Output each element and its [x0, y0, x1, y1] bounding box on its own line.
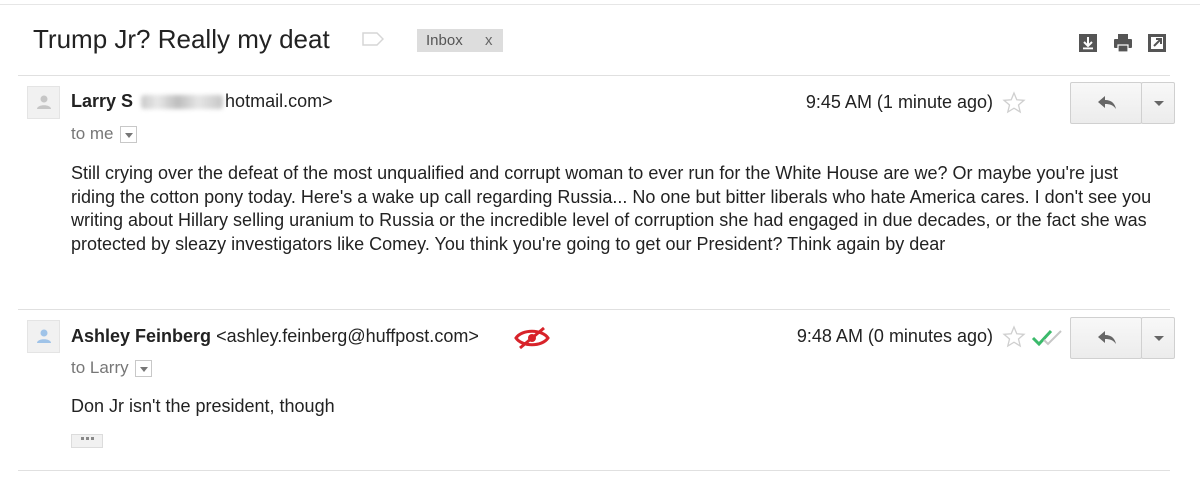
- message-2[interactable]: Ashley Feinberg <ashley.feinberg@huffpos…: [0, 310, 1200, 470]
- remove-label-button[interactable]: x: [485, 32, 493, 49]
- message-time: 9:48 AM (0 minutes ago): [796, 326, 993, 346]
- inbox-label-chip[interactable]: Inbox x: [417, 29, 503, 52]
- more-options-button[interactable]: [1141, 82, 1175, 124]
- reply-button[interactable]: [1070, 82, 1142, 124]
- avatar: [27, 320, 60, 353]
- more-options-button[interactable]: [1141, 317, 1175, 359]
- reply-button[interactable]: [1070, 317, 1142, 359]
- reply-icon: [1098, 96, 1116, 109]
- message-time: 9:45 AM (1 minute ago): [805, 92, 993, 112]
- reply-button-group: [1070, 317, 1175, 359]
- sender-name: Ashley Feinberg: [71, 326, 212, 346]
- inbox-label-text: Inbox: [426, 32, 463, 49]
- person-icon: [37, 95, 51, 109]
- recipient-text: to Larry: [71, 358, 129, 377]
- person-icon: [37, 329, 51, 343]
- message-body: Don Jr isn't the president, though: [71, 396, 335, 416]
- avatar: [27, 86, 60, 119]
- recipient-details-dropdown[interactable]: [119, 126, 137, 144]
- bottom-divider: [18, 470, 1170, 471]
- label-tag-icon[interactable]: [362, 32, 384, 46]
- recipient-text: to me: [71, 124, 114, 143]
- thread-subject: Trump Jr? Really my deat: [33, 24, 330, 54]
- message-body: Still crying over the defeat of the most…: [71, 163, 1152, 254]
- message-1[interactable]: Larry S hotmail.com> to me 9:45 AM (1 min…: [0, 76, 1200, 306]
- thread-header: Trump Jr? Really my deat Inbox x: [0, 18, 1200, 68]
- sender-line[interactable]: Larry S hotmail.com>: [71, 91, 333, 112]
- star-icon[interactable]: [1002, 91, 1026, 115]
- download-icon[interactable]: [1077, 32, 1099, 54]
- sender-line[interactable]: Ashley Feinberg <ashley.feinberg@huffpos…: [71, 326, 479, 347]
- recipient-line: to me: [71, 124, 137, 144]
- new-window-icon[interactable]: [1146, 32, 1168, 54]
- redacted-email-blur: [141, 95, 224, 110]
- reply-icon: [1098, 331, 1116, 344]
- top-divider: [0, 4, 1200, 5]
- sender-name: Larry S: [71, 91, 134, 111]
- sender-email: hotmail.com>: [225, 91, 333, 111]
- tracker-eye-icon[interactable]: [514, 326, 550, 350]
- read-receipt-check-icon: [1031, 329, 1062, 346]
- print-icon[interactable]: [1112, 32, 1134, 54]
- sender-email: <ashley.feinberg@huffpost.com>: [216, 326, 479, 346]
- recipient-details-dropdown[interactable]: [134, 360, 152, 378]
- star-icon[interactable]: [1002, 325, 1026, 349]
- recipient-line: to Larry: [71, 358, 152, 378]
- show-trimmed-content-button[interactable]: [71, 434, 103, 448]
- reply-button-group: [1070, 82, 1175, 124]
